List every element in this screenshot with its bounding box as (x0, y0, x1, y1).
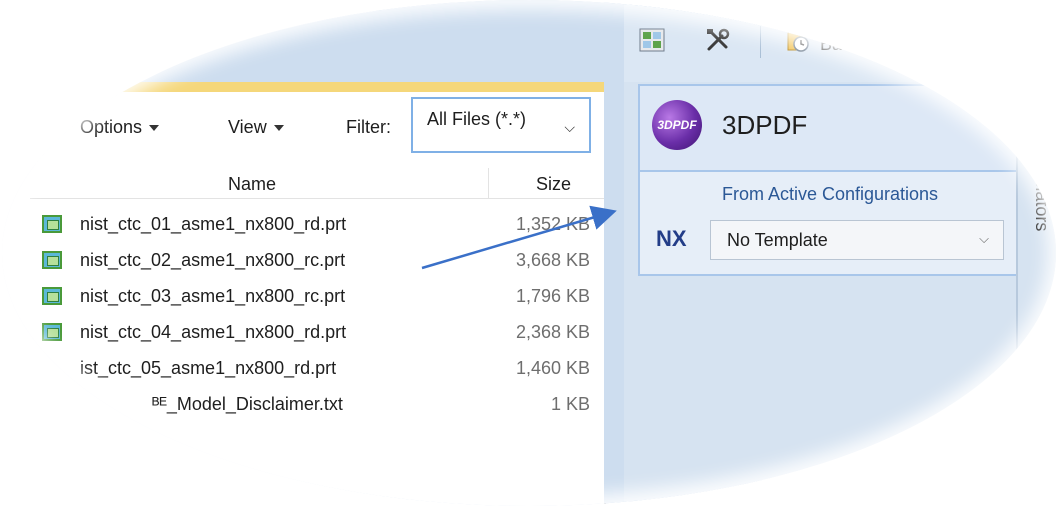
oval-frame: Options View Filter: All Files (*.*) ⌵ N… (2, 0, 1056, 506)
annotation-arrow (421, 205, 617, 270)
screenshot-stage: Options View Filter: All Files (*.*) ⌵ N… (0, 0, 1058, 506)
